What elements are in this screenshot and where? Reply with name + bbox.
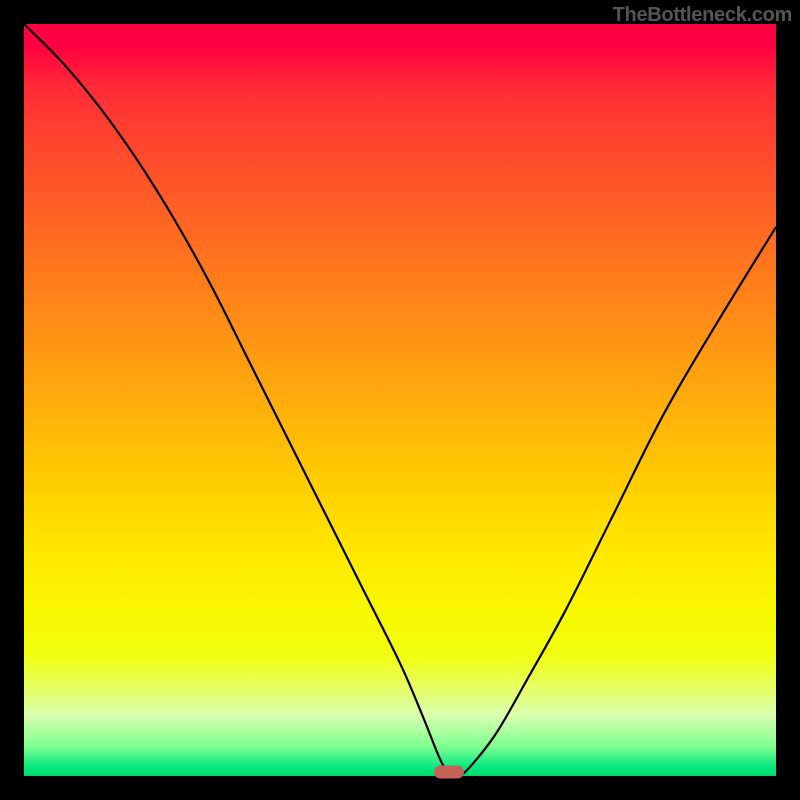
minimum-marker	[434, 766, 464, 779]
attribution-label: TheBottleneck.com	[613, 4, 792, 27]
plot-area	[24, 24, 776, 776]
chart-container: TheBottleneck.com	[0, 0, 800, 800]
bottleneck-curve	[24, 24, 776, 776]
